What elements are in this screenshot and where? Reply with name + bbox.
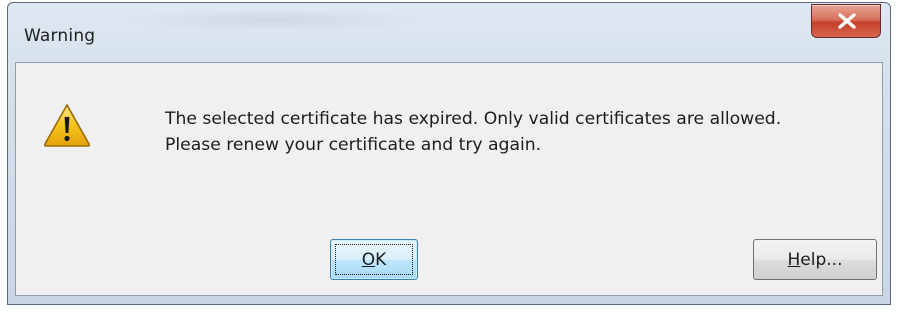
message-line-2: Please renew your certificate and try ag… (165, 135, 542, 155)
title-bar[interactable]: Warning (8, 3, 890, 63)
ok-button-label: OK (362, 250, 387, 270)
ok-button-label-rest: K (375, 249, 387, 270)
help-button-label-rest: elp... (800, 249, 843, 270)
ok-button[interactable]: OK (330, 239, 418, 280)
help-button[interactable]: Help... (753, 239, 877, 280)
message-text: The selected certificate has expired. On… (165, 106, 781, 158)
window-title: Warning (24, 26, 96, 46)
warning-dialog-window: Warning The selected certificate has exp… (7, 2, 891, 305)
close-icon (838, 13, 856, 29)
message-line-1: The selected certificate has expired. On… (165, 109, 782, 129)
warning-triangle-icon (43, 104, 91, 147)
dialog-body: The selected certificate has expired. On… (15, 62, 883, 296)
help-button-mnemonic: H (787, 249, 801, 270)
ok-button-mnemonic: O (361, 249, 376, 270)
close-button[interactable] (811, 4, 881, 38)
title-bar-background-blur (128, 9, 418, 31)
help-button-label: Help... (788, 250, 843, 270)
